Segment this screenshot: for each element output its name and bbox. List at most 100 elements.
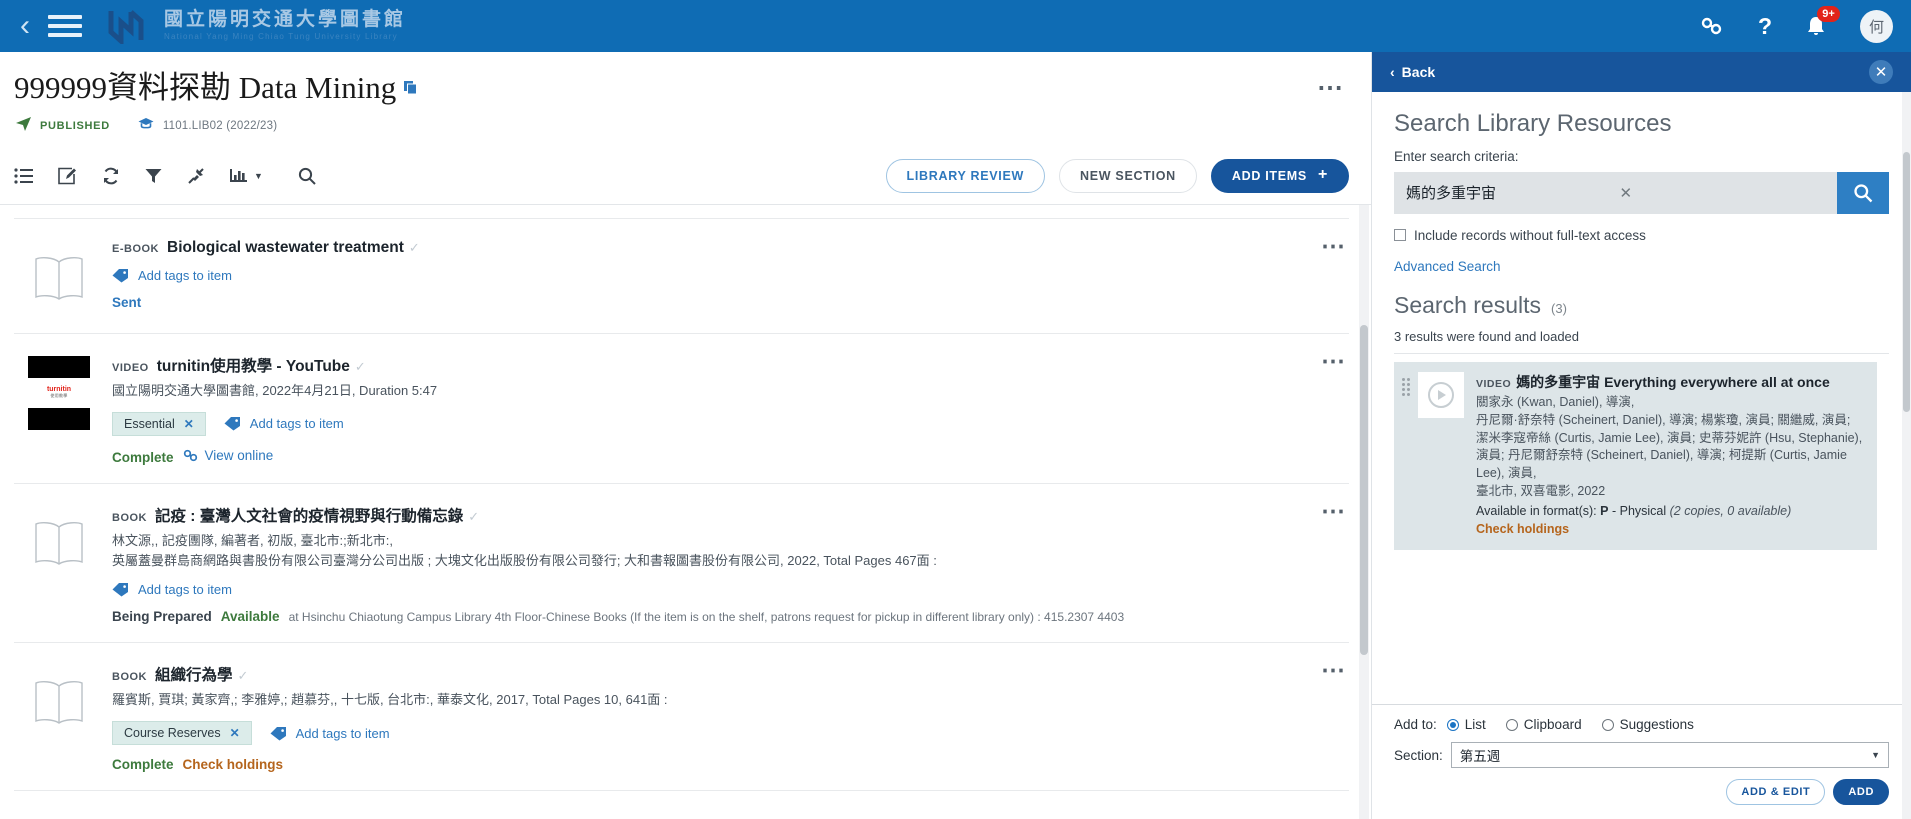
add-tags-label: Add tags to item (138, 582, 232, 598)
item-description: 羅賓斯, 賈琪; 黃家齊,; 李雅婷,; 趙慕芬,, 十七版, 台北市:, 華泰… (112, 692, 668, 708)
edit-icon[interactable] (58, 167, 77, 185)
item-more-options-icon[interactable]: ⋯ (1321, 234, 1347, 258)
course-more-options-icon[interactable]: ⋯ (1317, 70, 1345, 100)
list-item[interactable]: BOOK 記疫 : 臺灣人文社會的疫情視野與行動備忘錄 ✓ 林文源,, 記疫團隊… (14, 484, 1349, 644)
add-tags-link[interactable]: Add tags to item (112, 268, 232, 283)
page-title: 999999資料探勘 Data Mining (14, 70, 397, 105)
add-tags-link[interactable]: Add tags to item (224, 416, 344, 431)
library-review-button[interactable]: LIBRARY REVIEW (885, 158, 1045, 193)
check-holdings-link[interactable]: Check holdings (183, 757, 284, 772)
add-to-label: Add to: (1394, 717, 1437, 732)
panel-scrollbar[interactable] (1902, 92, 1911, 819)
include-records-row[interactable]: Include records without full-text access (1394, 228, 1889, 243)
item-more-options-icon[interactable]: ⋯ (1321, 349, 1347, 373)
item-thumbnail: turnitin 使用教學 (28, 355, 90, 430)
include-records-checkbox[interactable] (1394, 229, 1406, 242)
list-toolbar: ▼ LIBRARY REVIEW NEW SECTION ADD ITEMS + (0, 148, 1371, 205)
radio-clipboard-label[interactable]: Clipboard (1524, 717, 1582, 732)
new-section-button[interactable]: NEW SECTION (1058, 158, 1197, 193)
graduation-cap-icon (138, 117, 154, 135)
back-chevron-icon[interactable]: ‹ (10, 11, 40, 41)
clear-search-icon[interactable]: ✕ (1612, 184, 1826, 202)
item-status: Complete (112, 449, 174, 465)
add-items-button[interactable]: ADD ITEMS + (1210, 158, 1349, 193)
search-input[interactable]: 媽的多重宇宙 ✕ (1394, 171, 1837, 214)
item-status[interactable]: Sent (112, 295, 141, 310)
item-tag[interactable]: Course Reserves ✕ (112, 721, 252, 746)
item-tag-label: Course Reserves (124, 726, 221, 741)
radio-list-label[interactable]: List (1465, 717, 1486, 732)
list-view-icon[interactable] (14, 168, 33, 184)
search-result-item[interactable]: VIDEO 媽的多重宇宙 Everything everywhere all at… (1394, 361, 1877, 550)
item-description: 國立陽明交通大學圖書館, 2022年4月21日, Duration 5:47 (112, 382, 438, 398)
item-more-options-icon[interactable]: ⋯ (1321, 499, 1347, 523)
remove-tag-icon[interactable]: ✕ (230, 726, 240, 740)
list-item[interactable]: BOOK 組織行為學 ✓ 羅賓斯, 賈琪; 黃家齊,; 李雅婷,; 趙慕芬,, … (14, 643, 1349, 792)
main-scrollbar[interactable] (1359, 204, 1369, 819)
chart-icon[interactable]: ▼ (230, 167, 263, 184)
panel-close-icon[interactable]: ✕ (1869, 60, 1893, 84)
hamburger-menu-icon[interactable] (48, 13, 82, 39)
main-scrollbar-thumb[interactable] (1360, 324, 1368, 655)
link-icon[interactable] (1700, 16, 1724, 36)
item-tag-row: Course Reserves ✕ Add tags to item (112, 721, 1307, 746)
tag-icon (270, 726, 286, 741)
radio-suggestions-label[interactable]: Suggestions (1620, 717, 1694, 732)
item-list-scroll-region[interactable]: E-BOOK Biological wastewater treatment ✓… (0, 204, 1371, 819)
item-tag-row: Add tags to item (112, 582, 1307, 597)
item-status-row: Complete Check holdings (112, 757, 1307, 772)
brand-name-cn: 國立陽明交通大學圖書館 (164, 8, 407, 30)
add-tags-link[interactable]: Add tags to item (270, 726, 390, 741)
user-avatar[interactable]: 何 (1860, 9, 1893, 43)
chevron-left-icon: ‹ (1390, 64, 1395, 80)
item-title[interactable]: 組織行為學 (155, 663, 233, 685)
add-button[interactable]: ADD (1833, 779, 1889, 805)
tag-icon (224, 417, 240, 431)
section-select[interactable]: 第五週 ▼ (1450, 742, 1889, 768)
item-title[interactable]: Biological wastewater treatment (167, 239, 404, 257)
panel-header: ‹ Back ✕ (1372, 52, 1911, 92)
add-tags-link[interactable]: Add tags to item (112, 582, 232, 597)
remove-tag-icon[interactable]: ✕ (184, 417, 194, 431)
play-icon (1428, 381, 1454, 408)
result-title[interactable]: 媽的多重宇宙 Everything everywhere all at once (1516, 374, 1830, 390)
drag-handle[interactable] (1402, 372, 1412, 538)
brand-logo[interactable]: 國立陽明交通大學圖書館 National Yang Ming Chiao Tun… (108, 8, 406, 44)
add-items-label: ADD ITEMS (1231, 168, 1307, 183)
link-icon (183, 449, 197, 461)
panel-back-button[interactable]: ‹ Back (1390, 64, 1435, 80)
add-and-edit-button[interactable]: ADD & EDIT (1726, 779, 1826, 805)
application-root: ‹ 國立陽明交通大學圖書館 National Yang Ming Chiao T… (0, 0, 1911, 819)
item-status: Being Prepared (112, 609, 212, 625)
item-title[interactable]: 記疫 : 臺灣人文社會的疫情視野與行動備忘錄 (155, 504, 463, 526)
search-input-value: 媽的多重宇宙 (1406, 185, 1497, 203)
section-select-value: 第五週 (1459, 749, 1501, 764)
item-tag[interactable]: Essential ✕ (112, 411, 206, 436)
list-item[interactable]: E-BOOK Biological wastewater treatment ✓… (14, 219, 1349, 334)
radio-list[interactable] (1446, 718, 1459, 731)
chevron-down-icon: ▼ (254, 170, 263, 181)
item-title-row: E-BOOK Biological wastewater treatment ✓ (112, 239, 1307, 257)
notifications-bell-icon[interactable]: 9+ (1806, 6, 1840, 37)
item-kind: BOOK (112, 671, 147, 684)
collapse-pin-icon[interactable] (187, 167, 205, 185)
search-results-list: VIDEO 媽的多重宇宙 Everything everywhere all at… (1394, 361, 1889, 704)
copy-icon[interactable] (403, 80, 418, 100)
tag-icon (112, 583, 128, 597)
list-item[interactable]: turnitin 使用教學 VIDEO turnitin使用教學 - YouTub… (14, 334, 1349, 484)
item-title[interactable]: turnitin使用教學 - YouTube (157, 354, 350, 376)
view-online-link[interactable]: View online (183, 448, 273, 463)
panel-scrollbar-thumb[interactable] (1903, 152, 1910, 412)
refresh-icon[interactable] (102, 167, 120, 185)
search-submit-button[interactable] (1837, 171, 1889, 214)
radio-clipboard[interactable] (1505, 718, 1518, 731)
search-icon[interactable] (298, 167, 316, 185)
advanced-search-link[interactable]: Advanced Search (1394, 259, 1889, 274)
verified-check-icon: ✓ (408, 239, 420, 255)
item-more-options-icon[interactable]: ⋯ (1321, 659, 1347, 683)
filter-icon[interactable] (145, 168, 162, 184)
help-icon[interactable]: ? (1758, 13, 1772, 40)
item-title-row: BOOK 記疫 : 臺灣人文社會的疫情視野與行動備忘錄 ✓ (112, 504, 1307, 526)
result-check-holdings-link[interactable]: Check holdings (1476, 522, 1569, 536)
radio-suggestions[interactable] (1601, 718, 1614, 731)
